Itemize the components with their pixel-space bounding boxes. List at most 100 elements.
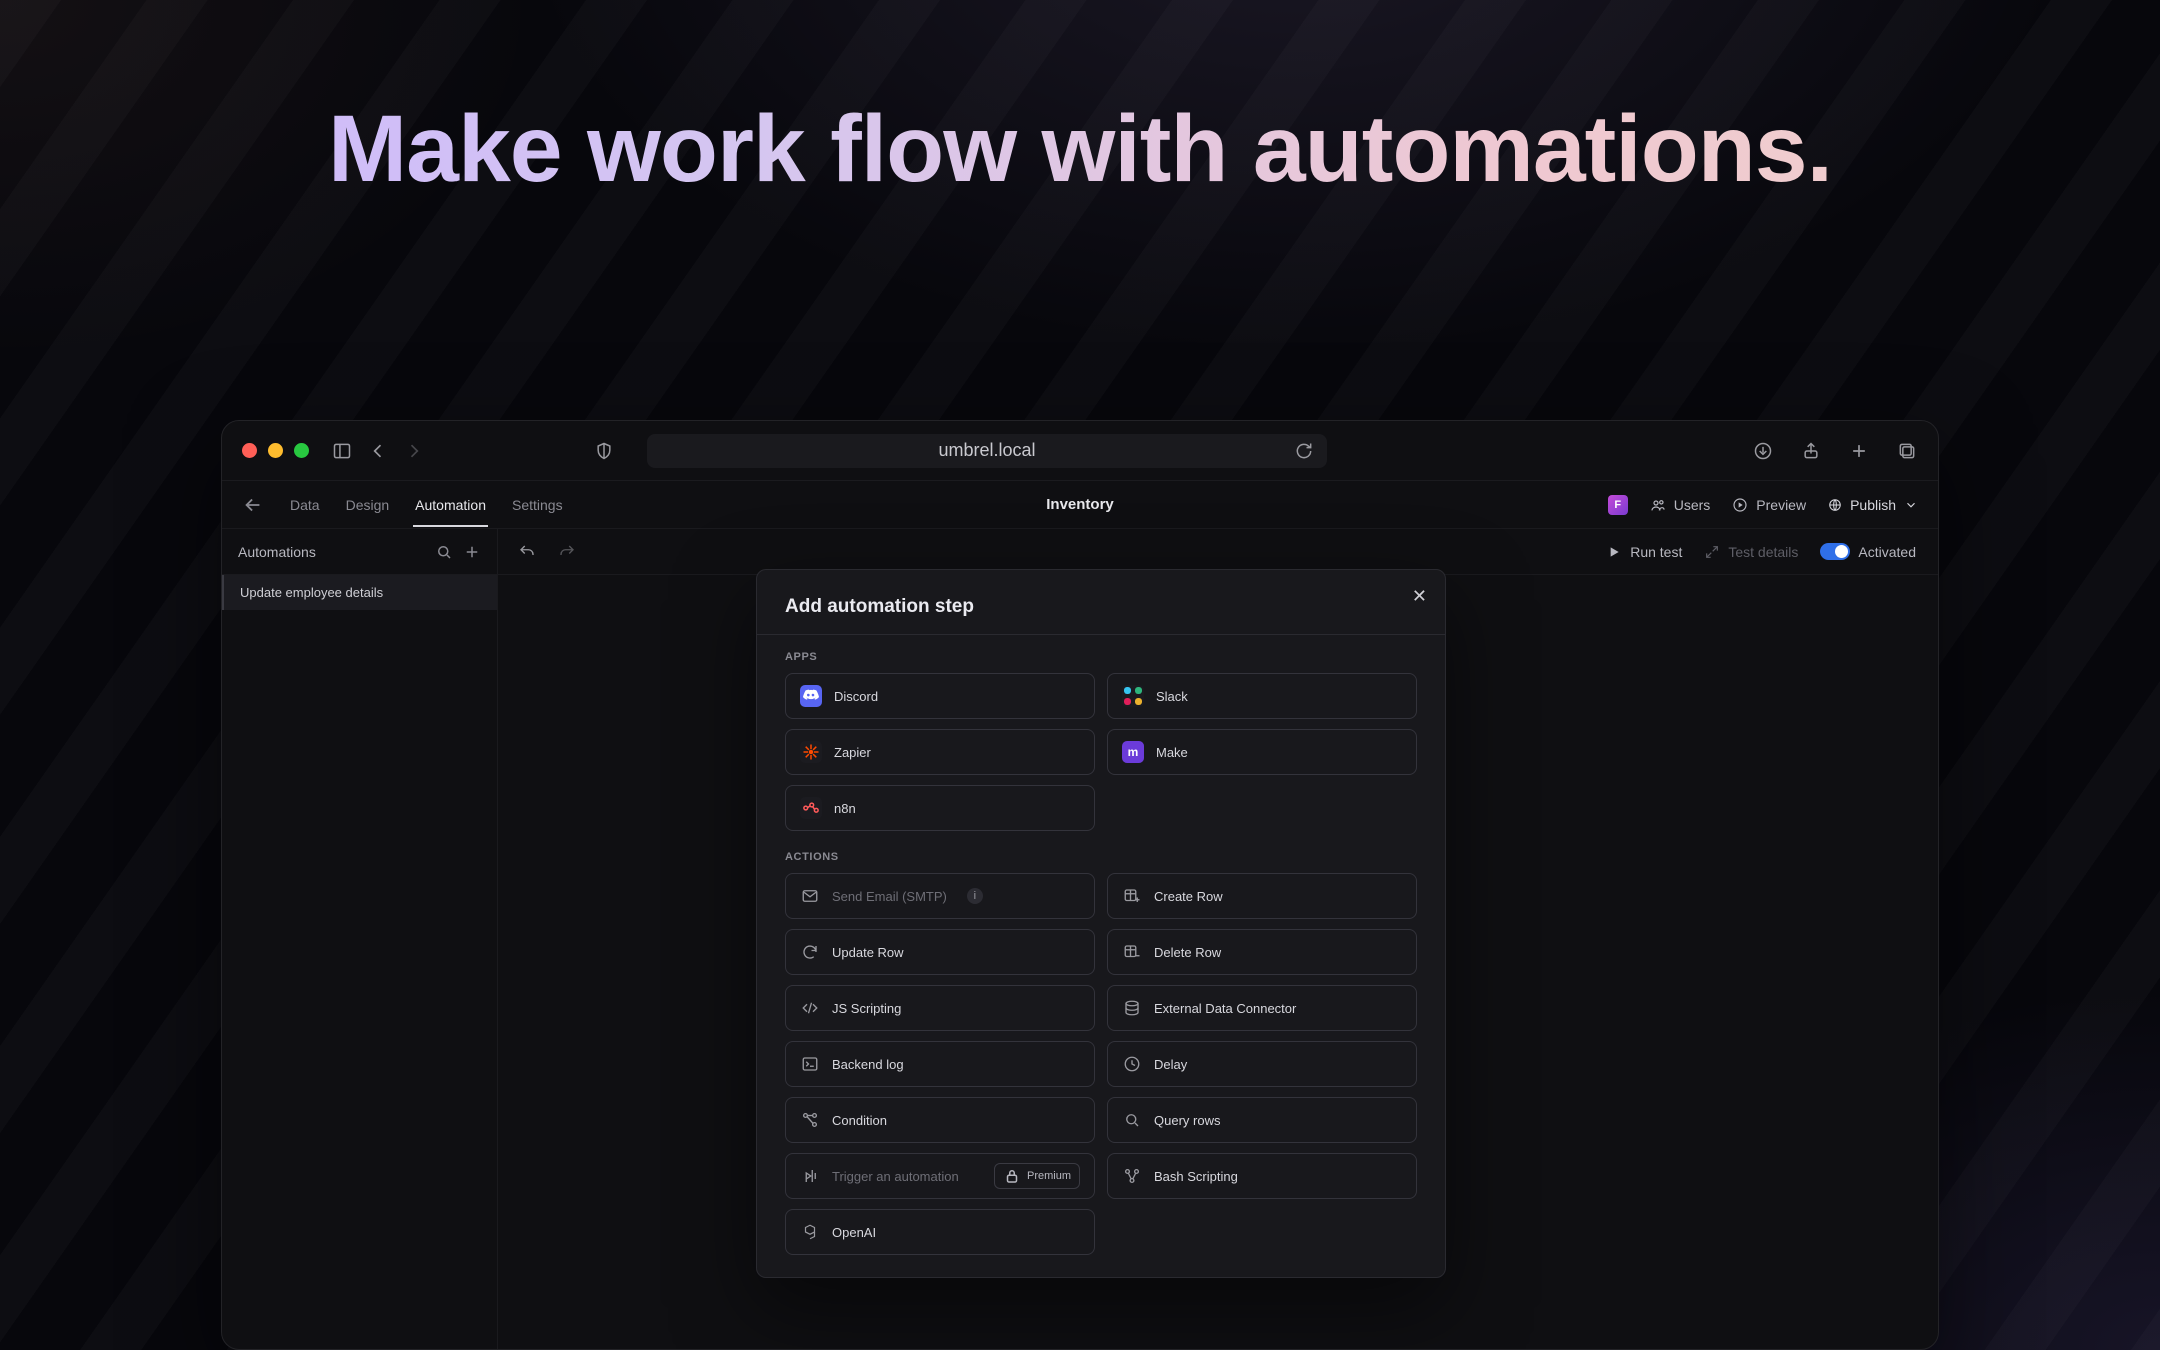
redo-icon[interactable]	[556, 541, 578, 563]
test-details-label: Test details	[1728, 544, 1798, 560]
action-trigger-label: Trigger an automation	[832, 1169, 959, 1184]
database-icon	[1122, 998, 1142, 1018]
app-discord-label: Discord	[834, 689, 878, 704]
table-plus-icon	[1122, 886, 1142, 906]
preview-label: Preview	[1756, 497, 1806, 513]
action-query-rows[interactable]: Query rows	[1107, 1097, 1417, 1143]
nav-back-icon[interactable]	[367, 440, 389, 462]
app-zapier-label: Zapier	[834, 745, 871, 760]
app-n8n-label: n8n	[834, 801, 856, 816]
mail-icon	[800, 886, 820, 906]
workflow-icon	[1122, 1166, 1142, 1186]
action-delay[interactable]: Delay	[1107, 1041, 1417, 1087]
chevron-down-icon	[1904, 498, 1918, 512]
action-bash[interactable]: Bash Scripting	[1107, 1153, 1417, 1199]
action-bash-label: Bash Scripting	[1154, 1169, 1238, 1184]
add-step-modal: ✕ Add automation step APPS Discord	[756, 569, 1446, 1278]
action-condition-label: Condition	[832, 1113, 887, 1128]
premium-label: Premium	[1027, 1170, 1071, 1182]
tabs-overview-icon[interactable]	[1896, 440, 1918, 462]
nav-forward-icon	[403, 440, 425, 462]
window-zoom-button[interactable]	[294, 443, 309, 458]
activated-label: Activated	[1858, 544, 1916, 560]
traffic-lights	[242, 443, 309, 458]
code-icon	[800, 998, 820, 1018]
sidebar-toggle-icon[interactable]	[331, 440, 353, 462]
action-condition[interactable]: Condition	[785, 1097, 1095, 1143]
app-make-label: Make	[1156, 745, 1188, 760]
search-icon	[1122, 1110, 1142, 1130]
tab-automation[interactable]: Automation	[413, 483, 488, 527]
zapier-icon	[800, 741, 822, 763]
tab-data[interactable]: Data	[288, 483, 322, 527]
action-openai[interactable]: OpenAI	[785, 1209, 1095, 1255]
publish-label: Publish	[1850, 497, 1896, 513]
run-test-label: Run test	[1630, 544, 1682, 560]
preview-button[interactable]: Preview	[1732, 497, 1806, 513]
share-icon[interactable]	[1800, 440, 1822, 462]
users-label: Users	[1674, 497, 1711, 513]
action-trigger-automation: Trigger an automation Premium	[785, 1153, 1095, 1199]
app-topbar: Data Design Automation Settings Inventor…	[222, 481, 1938, 529]
n8n-icon	[800, 797, 822, 819]
add-automation-icon[interactable]	[463, 543, 481, 561]
action-create-row-label: Create Row	[1154, 889, 1223, 904]
app-slack[interactable]: Slack	[1107, 673, 1417, 719]
downloads-icon[interactable]	[1752, 440, 1774, 462]
action-js-scripting[interactable]: JS Scripting	[785, 985, 1095, 1031]
address-bar-url: umbrel.local	[938, 440, 1035, 461]
play-icon	[1606, 544, 1622, 560]
search-icon[interactable]	[435, 543, 453, 561]
info-icon: i	[967, 888, 983, 904]
branch-icon	[800, 1110, 820, 1130]
undo-icon[interactable]	[516, 541, 538, 563]
app-zapier[interactable]: Zapier	[785, 729, 1095, 775]
action-create-row[interactable]: Create Row	[1107, 873, 1417, 919]
app-root: Data Design Automation Settings Inventor…	[222, 481, 1938, 1349]
action-delete-row[interactable]: Delete Row	[1107, 929, 1417, 975]
action-delay-label: Delay	[1154, 1057, 1187, 1072]
users-icon	[1650, 497, 1666, 513]
action-update-row[interactable]: Update Row	[785, 929, 1095, 975]
new-tab-icon[interactable]	[1848, 440, 1870, 462]
openai-icon	[800, 1222, 820, 1242]
app-n8n[interactable]: n8n	[785, 785, 1095, 831]
tab-design[interactable]: Design	[344, 483, 392, 527]
premium-badge: Premium	[994, 1163, 1080, 1189]
action-backend-log-label: Backend log	[832, 1057, 904, 1072]
make-icon: m	[1122, 741, 1144, 763]
terminal-icon	[800, 1054, 820, 1074]
users-button[interactable]: Users	[1650, 497, 1711, 513]
run-test-button[interactable]: Run test	[1606, 544, 1682, 560]
action-openai-label: OpenAI	[832, 1225, 876, 1240]
window-minimize-button[interactable]	[268, 443, 283, 458]
sidebar: Update employee details	[222, 575, 498, 1349]
shield-icon[interactable]	[593, 440, 615, 462]
app-make[interactable]: m Make	[1107, 729, 1417, 775]
browser-chrome: umbrel.local	[222, 421, 1938, 481]
clock-icon	[1122, 1054, 1142, 1074]
reload-icon[interactable]	[1293, 440, 1315, 462]
avatar[interactable]: F	[1608, 495, 1628, 515]
globe-icon	[1828, 498, 1842, 512]
app-discord[interactable]: Discord	[785, 673, 1095, 719]
app-tabs: Data Design Automation Settings	[288, 483, 565, 527]
action-external-label: External Data Connector	[1154, 1001, 1296, 1016]
actions-grid: Send Email (SMTP) i Create Row Update Ro…	[785, 873, 1417, 1255]
activated-toggle[interactable]	[1820, 543, 1850, 560]
tab-settings[interactable]: Settings	[510, 483, 565, 527]
table-minus-icon	[1122, 942, 1142, 962]
back-icon[interactable]	[242, 494, 264, 516]
action-external-data[interactable]: External Data Connector	[1107, 985, 1417, 1031]
address-bar[interactable]: umbrel.local	[647, 434, 1327, 468]
sidebar-item-automation[interactable]: Update employee details	[222, 575, 497, 610]
section-actions-label: ACTIONS	[785, 851, 1417, 863]
test-details-button: Test details	[1704, 544, 1798, 560]
publish-button[interactable]: Publish	[1828, 497, 1918, 513]
sidebar-title: Automations	[238, 544, 316, 560]
action-query-label: Query rows	[1154, 1113, 1220, 1128]
window-close-button[interactable]	[242, 443, 257, 458]
action-backend-log[interactable]: Backend log	[785, 1041, 1095, 1087]
automation-icon	[800, 1166, 820, 1186]
close-icon[interactable]: ✕	[1412, 586, 1427, 607]
